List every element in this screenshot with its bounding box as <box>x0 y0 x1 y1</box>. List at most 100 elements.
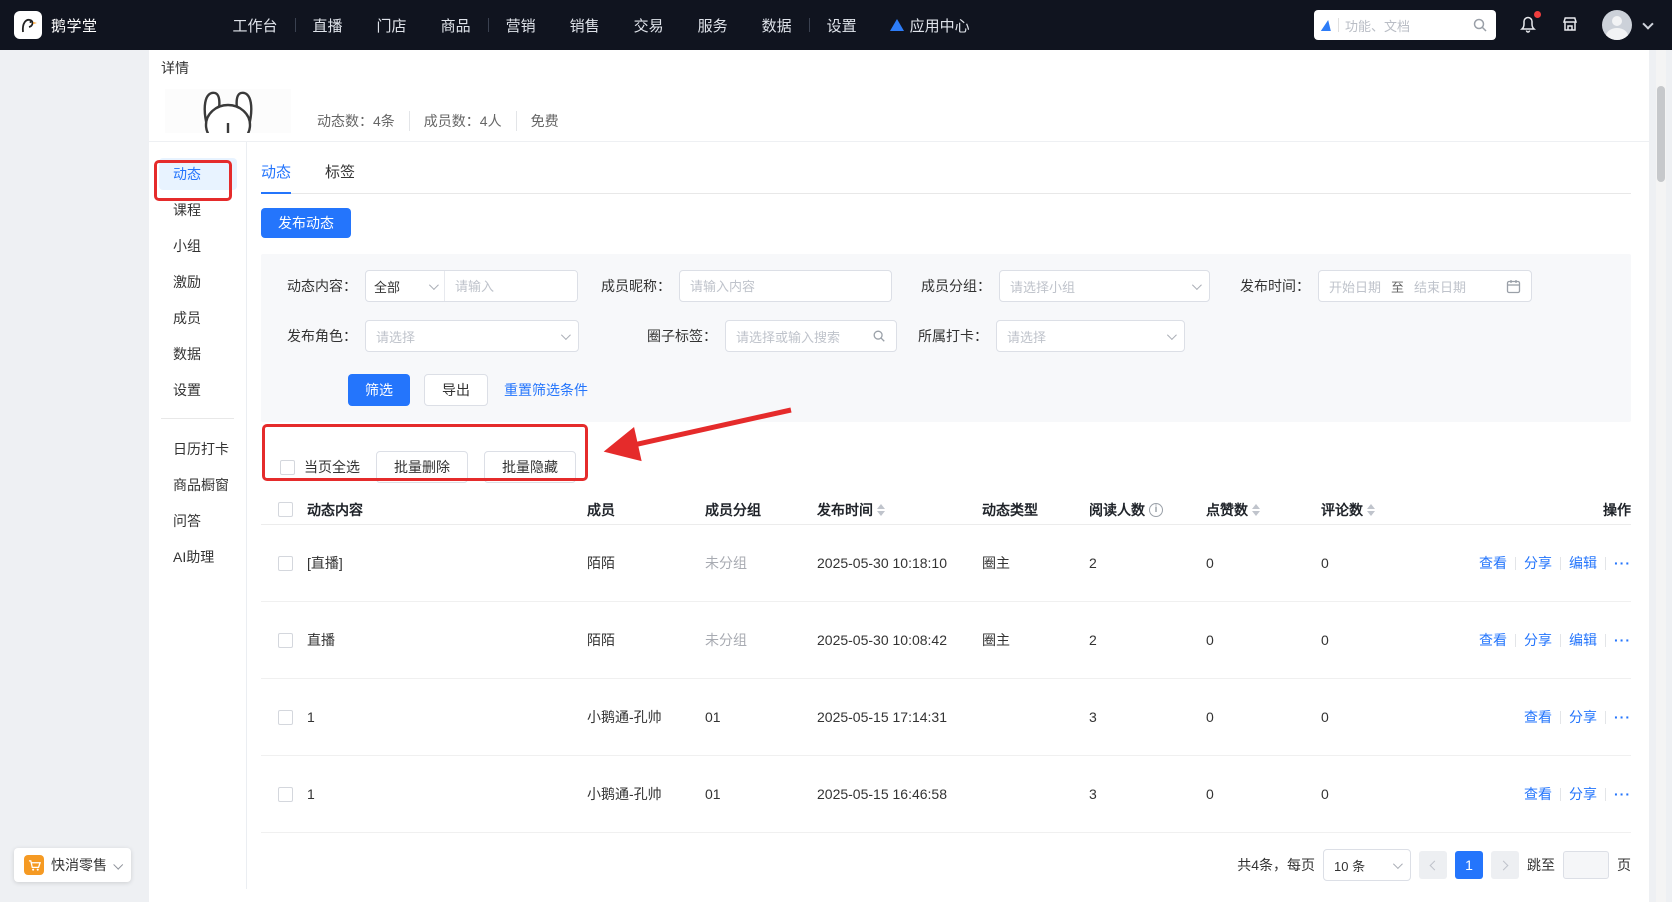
share-link[interactable]: 分享 <box>1524 553 1552 573</box>
sidebar-item-calendar-checkin[interactable]: 日历打卡 <box>159 433 237 465</box>
workspace-switcher[interactable]: 快消零售 <box>14 848 131 882</box>
row-checkbox[interactable] <box>278 556 293 571</box>
role-select[interactable]: 请选择 <box>365 320 579 352</box>
nav-item-goods[interactable]: 商品 <box>424 15 488 36</box>
group-select[interactable]: 请选择小组 <box>999 270 1210 302</box>
circle-tag-search-input[interactable]: 请选择或输入搜索 <box>725 320 897 352</box>
circle-cover-image <box>165 89 291 133</box>
sidebar-item-incentive[interactable]: 激励 <box>159 266 237 298</box>
content-type-select[interactable]: 全部 <box>366 271 445 301</box>
circle-tag-placeholder: 请选择或输入搜索 <box>736 327 840 346</box>
share-link[interactable]: 分享 <box>1524 630 1552 650</box>
export-button[interactable]: 导出 <box>424 374 488 406</box>
nav-item-store[interactable]: 门店 <box>360 15 424 36</box>
more-actions-icon[interactable]: ··· <box>1614 786 1631 802</box>
cell-comments: 0 <box>1321 786 1471 802</box>
view-link[interactable]: 查看 <box>1479 553 1507 573</box>
pagination: 共4条，每页 10 条 1 跳至 页 <box>261 849 1631 881</box>
cell-group: 01 <box>705 709 817 725</box>
table-row: [直播] 陌陌 未分组 2025-05-30 10:18:10 圈主 2 0 0… <box>261 525 1631 602</box>
tab-bar: 动态 标签 <box>261 150 1631 194</box>
role-placeholder: 请选择 <box>376 327 415 346</box>
content-keyword-input[interactable] <box>445 271 577 301</box>
nav-item-trade[interactable]: 交易 <box>617 15 681 36</box>
vertical-scrollbar[interactable] <box>1656 50 1666 902</box>
cell-reads: 2 <box>1089 555 1206 571</box>
share-link[interactable]: 分享 <box>1569 784 1597 804</box>
cell-group: 未分组 <box>705 630 817 650</box>
sidebar-item-ai-assistant[interactable]: AI助理 <box>159 541 237 573</box>
prev-page-button[interactable] <box>1419 851 1447 879</box>
sidebar-item-data[interactable]: 数据 <box>159 338 237 370</box>
next-page-button[interactable] <box>1491 851 1519 879</box>
tab-moments[interactable]: 动态 <box>261 150 291 193</box>
page-number-button[interactable]: 1 <box>1455 851 1483 879</box>
header-checkbox[interactable] <box>278 502 293 517</box>
nav-item-marketing[interactable]: 营销 <box>489 15 553 36</box>
row-checkbox[interactable] <box>278 633 293 648</box>
view-link[interactable]: 查看 <box>1524 707 1552 727</box>
sidebar-item-groups[interactable]: 小组 <box>159 230 237 262</box>
cell-content: [直播] <box>307 553 587 573</box>
more-actions-icon[interactable]: ··· <box>1614 709 1631 725</box>
cell-member: 陌陌 <box>587 553 705 573</box>
cell-member: 小鹅通-孔帅 <box>587 784 705 804</box>
row-checkbox[interactable] <box>278 710 293 725</box>
nav-item-sales[interactable]: 销售 <box>553 15 617 36</box>
nav-item-settings[interactable]: 设置 <box>810 15 874 36</box>
checkin-select[interactable]: 请选择 <box>996 320 1185 352</box>
page-size-select[interactable]: 10 条 <box>1323 849 1411 881</box>
app-center-link[interactable]: 应用中心 <box>890 15 970 36</box>
cell-comments: 0 <box>1321 709 1471 725</box>
chevron-down-icon <box>1192 280 1202 290</box>
view-link[interactable]: 查看 <box>1524 784 1552 804</box>
nav-item-service[interactable]: 服务 <box>681 15 745 36</box>
filter-label-group: 成员分组： <box>919 276 991 296</box>
edit-link[interactable]: 编辑 <box>1569 630 1597 650</box>
search-icon[interactable] <box>1472 17 1488 33</box>
view-link[interactable]: 查看 <box>1479 630 1507 650</box>
group-placeholder: 请选择小组 <box>1010 277 1075 296</box>
share-link[interactable]: 分享 <box>1569 707 1597 727</box>
shop-icon[interactable] <box>1560 14 1580 37</box>
col-header-comments[interactable]: 评论数 <box>1321 500 1471 520</box>
more-actions-icon[interactable]: ··· <box>1614 632 1631 648</box>
row-checkbox[interactable] <box>278 787 293 802</box>
batch-hide-button[interactable]: 批量隐藏 <box>484 451 576 483</box>
sidebar-item-qa[interactable]: 问答 <box>159 505 237 537</box>
nav-item-live[interactable]: 直播 <box>296 15 360 36</box>
col-header-likes[interactable]: 点赞数 <box>1206 500 1321 520</box>
breadcrumb: 详情 <box>149 50 1649 86</box>
sidebar-item-moments[interactable]: 动态 <box>159 158 237 190</box>
user-avatar[interactable] <box>1602 10 1632 40</box>
nav-item-workbench[interactable]: 工作台 <box>216 15 295 36</box>
notification-bell-icon[interactable] <box>1518 14 1538 37</box>
tab-labels[interactable]: 标签 <box>325 150 355 193</box>
more-actions-icon[interactable]: ··· <box>1614 555 1631 571</box>
brand-logo-icon[interactable] <box>14 11 42 39</box>
nickname-input[interactable] <box>679 270 892 302</box>
global-search-input[interactable]: 功能、文档 <box>1314 10 1496 40</box>
nav-item-data[interactable]: 数据 <box>745 15 809 36</box>
batch-delete-button[interactable]: 批量删除 <box>376 451 468 483</box>
jump-page-input[interactable] <box>1563 851 1609 879</box>
table-row: 直播 陌陌 未分组 2025-05-30 10:08:42 圈主 2 0 0 查… <box>261 602 1631 679</box>
select-all-checkbox[interactable] <box>280 460 295 475</box>
scrollbar-thumb[interactable] <box>1657 86 1665 182</box>
reset-filters-link[interactable]: 重置筛选条件 <box>504 380 588 400</box>
cell-content: 1 <box>307 786 587 802</box>
sidebar-item-settings[interactable]: 设置 <box>159 374 237 406</box>
publish-moment-button[interactable]: 发布动态 <box>261 208 351 238</box>
info-icon[interactable]: i <box>1149 503 1163 517</box>
top-navigation: 鹅学堂 工作台 直播 门店 商品 营销 销售 交易 服务 数据 设置 应用中心 … <box>0 0 1672 50</box>
sidebar-item-goods-showcase[interactable]: 商品橱窗 <box>159 469 237 501</box>
page-unit-label: 页 <box>1617 855 1631 875</box>
account-chevron-down-icon[interactable] <box>1642 18 1653 29</box>
filter-submit-button[interactable]: 筛选 <box>348 374 410 406</box>
col-header-time[interactable]: 发布时间 <box>817 500 982 520</box>
publish-time-range-picker[interactable]: 开始日期 至 结束日期 <box>1318 270 1532 302</box>
sidebar-item-courses[interactable]: 课程 <box>159 194 237 226</box>
sidebar-item-members[interactable]: 成员 <box>159 302 237 334</box>
stat-price: 免费 <box>517 111 573 131</box>
edit-link[interactable]: 编辑 <box>1569 553 1597 573</box>
